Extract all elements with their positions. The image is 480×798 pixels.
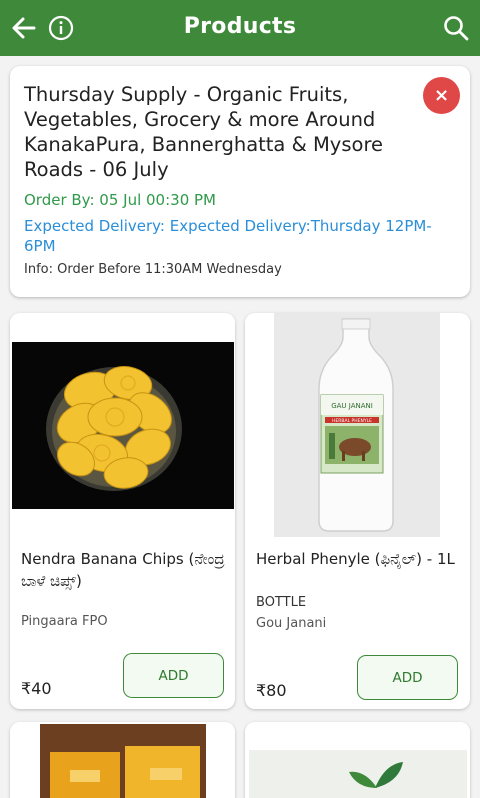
product-name: Herbal Phenyle (ಫಿನೈಲ್) - 1L	[256, 550, 455, 568]
product-card[interactable]: Nendra Banana Chips (ನೇಂದ್ರ ಬಾಳೆ ಚಿಪ್ಸ್)…	[10, 313, 235, 709]
product-seller: Gou Janani	[256, 616, 327, 631]
page-title: Products	[183, 14, 297, 39]
banana-chips-image	[10, 313, 235, 539]
product-price: ₹80	[256, 681, 287, 700]
close-icon: ×	[433, 85, 450, 106]
product-card[interactable]	[10, 722, 235, 798]
product-seller: Pingaara FPO	[21, 614, 108, 629]
product-name: Nendra Banana Chips (ನೇಂದ್ರ ಬಾಳೆ ಚಿಪ್ಸ್)	[21, 550, 225, 590]
supply-info-text: Info: Order Before 11:30AM Wednesday	[24, 262, 282, 277]
search-icon[interactable]	[442, 14, 470, 42]
close-button[interactable]: ×	[423, 77, 460, 114]
product-image	[10, 722, 235, 798]
app-bar: Products	[0, 0, 480, 56]
add-button[interactable]: ADD	[357, 655, 458, 700]
expected-delivery-text: Expected Delivery: Expected Delivery:Thu…	[24, 217, 432, 255]
bottle-product-text: HERBAL PHENYLE	[332, 418, 372, 424]
product-card[interactable]	[245, 722, 470, 798]
product-price: ₹40	[21, 679, 52, 698]
add-button[interactable]: ADD	[123, 653, 224, 698]
order-by-text: Order By: 05 Jul 00:30 PM	[24, 191, 216, 209]
bottle-brand-text: GAU JANANI	[331, 402, 373, 410]
product-image	[245, 722, 470, 798]
supply-title: Thursday Supply - Organic Fruits, Vegeta…	[24, 83, 384, 181]
supply-card: Thursday Supply - Organic Fruits, Vegeta…	[10, 66, 470, 297]
product-card[interactable]: GAU JANANI HERBAL PHENYLE Herbal Phenyle…	[245, 313, 470, 709]
product-unit: BOTTLE	[256, 595, 307, 610]
phenyle-bottle-image: GAU JANANI HERBAL PHENYLE	[245, 313, 470, 539]
